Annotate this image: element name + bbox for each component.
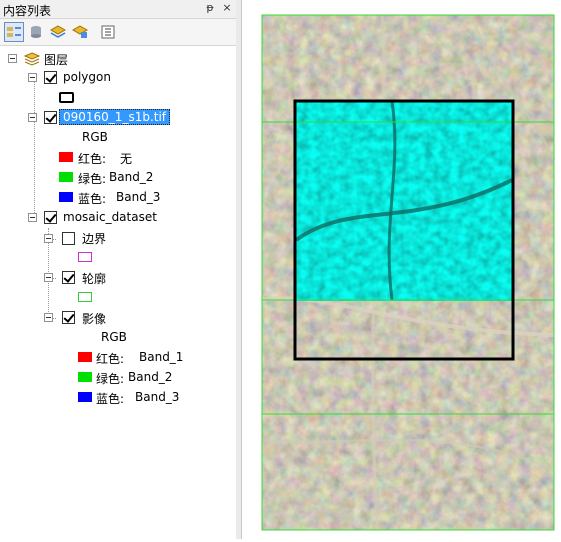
map-view[interactable] — [242, 0, 561, 539]
image-blue-band: Band_3 — [135, 390, 180, 404]
image-red-band: Band_1 — [139, 350, 184, 364]
list-by-drawing-order-icon[interactable] — [4, 22, 24, 42]
raster-blue-band: Band_3 — [116, 190, 161, 204]
root-layer-label[interactable]: 图层 — [44, 51, 68, 68]
mosaic-checkbox[interactable] — [44, 211, 57, 224]
blue-band-swatch — [59, 192, 73, 202]
expander-icon[interactable] — [28, 73, 37, 82]
boundary-symbol[interactable] — [78, 252, 92, 262]
toc-title: 内容列表 — [3, 4, 52, 18]
expander-icon[interactable] — [28, 213, 37, 222]
raster-red-band: 无 — [120, 152, 133, 166]
green-band-swatch — [59, 172, 73, 182]
toc-toolbar — [0, 19, 236, 46]
raster-green-channel: 绿色: — [78, 172, 107, 186]
boundary-checkbox[interactable] — [62, 232, 75, 245]
raster-blue-channel: 蓝色: — [78, 192, 107, 206]
layer-tree: 图层 polygon 090160_1_s1b.tif RGB 红色: 无 绿色… — [0, 46, 236, 536]
image-red-channel: 红色: — [96, 352, 125, 366]
layer-label-raster[interactable]: 090160_1_s1b.tif — [59, 109, 171, 125]
expander-icon[interactable] — [44, 273, 53, 282]
pin-icon[interactable]: ᵽ — [203, 1, 217, 15]
expander-icon[interactable] — [28, 113, 37, 122]
raster-red-channel: 红色: — [78, 152, 107, 166]
toc-titlebar: 内容列表 ᵽ × — [0, 0, 236, 19]
green-band-swatch — [78, 372, 92, 382]
map-canvas[interactable] — [242, 0, 561, 539]
image-green-channel: 绿色: — [96, 372, 125, 386]
sublayer-label-image[interactable]: 影像 — [82, 310, 106, 327]
tree-line — [34, 81, 35, 221]
polygon-checkbox[interactable] — [44, 71, 57, 84]
red-band-swatch — [59, 152, 73, 162]
raster-green-band: Band_2 — [109, 170, 154, 184]
polygon-symbol[interactable] — [59, 92, 74, 103]
close-icon[interactable]: × — [220, 1, 234, 15]
list-by-selection-icon[interactable] — [70, 22, 90, 42]
image-mode-label: RGB — [101, 330, 127, 344]
image-checkbox[interactable] — [62, 311, 75, 324]
options-icon[interactable] — [98, 22, 118, 42]
expander-icon[interactable] — [8, 54, 17, 63]
blue-band-swatch — [78, 392, 92, 402]
layers-icon — [24, 52, 40, 66]
layer-label-mosaic[interactable]: mosaic_dataset — [63, 210, 157, 224]
image-blue-channel: 蓝色: — [96, 392, 125, 406]
layer-label-polygon[interactable]: polygon — [63, 70, 111, 84]
raster-mode-label: RGB — [82, 130, 108, 144]
footprint-symbol[interactable] — [78, 292, 92, 302]
expander-icon[interactable] — [44, 234, 53, 243]
highlighted-raster — [296, 101, 512, 301]
expander-icon[interactable] — [44, 313, 53, 322]
raster-checkbox[interactable] — [44, 111, 57, 124]
sublayer-label-footprint[interactable]: 轮廓 — [82, 270, 106, 287]
footprint-checkbox[interactable] — [62, 271, 75, 284]
list-by-source-icon[interactable] — [26, 22, 46, 42]
sublayer-label-boundary[interactable]: 边界 — [82, 230, 106, 247]
image-green-band: Band_2 — [128, 370, 173, 384]
list-by-visibility-icon[interactable] — [48, 22, 68, 42]
red-band-swatch — [78, 352, 92, 362]
table-of-contents-pane: 内容列表 ᵽ × 图层 polygon 090160_1_s1b.tif RGB… — [0, 0, 237, 539]
